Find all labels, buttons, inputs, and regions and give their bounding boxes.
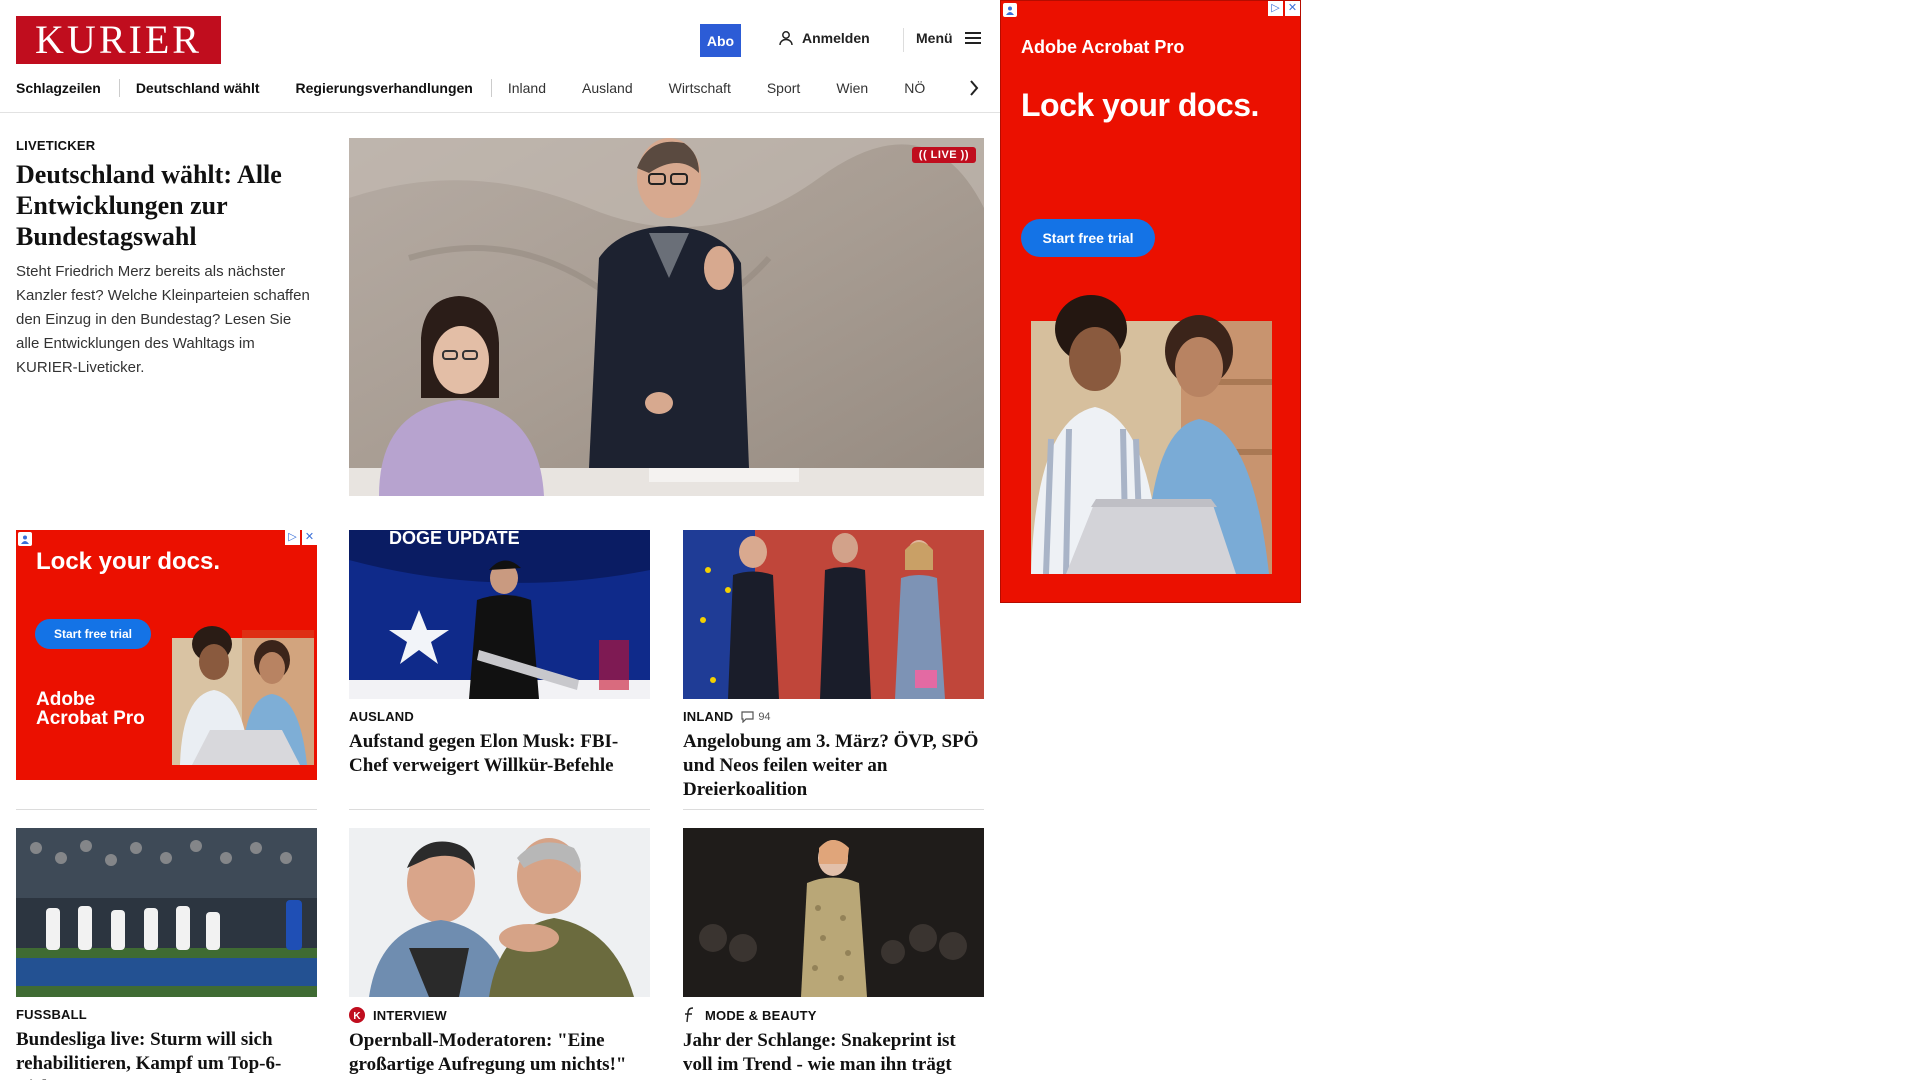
article-card[interactable]: FUSSBALL Bundesliga live: Sturm will sic… [16, 828, 317, 1080]
divider [683, 809, 984, 810]
card-meta: FUSSBALL [16, 1007, 317, 1022]
article-card[interactable]: DOGE UPDATE AUSLAND Aufstand gegen Elon … [349, 530, 650, 778]
comment-count-value: 94 [758, 710, 771, 723]
ad-info-icon[interactable]: ▷ [1268, 1, 1283, 16]
ad-photo-sidebar [1031, 295, 1272, 574]
ad-brand: Adobe Acrobat Pro [36, 690, 145, 728]
card-kicker[interactable]: MODE & BEAUTY [705, 1008, 817, 1023]
divider [16, 809, 317, 810]
comment-count[interactable]: 94 [741, 710, 771, 723]
live-badge: (( LIVE )) [911, 147, 976, 163]
kurier-logo[interactable]: KURIER [16, 16, 221, 64]
doge-update-text: DOGE UPDATE [389, 530, 520, 548]
ad-close-icon[interactable]: ✕ [302, 530, 317, 545]
adchoices-icon[interactable] [1003, 3, 1017, 17]
comment-icon [741, 710, 754, 723]
article-image[interactable] [349, 828, 650, 997]
card-kicker[interactable]: AUSLAND [349, 709, 414, 724]
card-kicker[interactable]: INTERVIEW [373, 1008, 447, 1023]
nav-item-ausland[interactable]: Ausland [582, 80, 669, 96]
ad-close-icon[interactable]: ✕ [1285, 1, 1300, 16]
user-icon [779, 31, 793, 46]
nav-item-wien[interactable]: Wien [836, 80, 904, 96]
login-label: Anmelden [802, 30, 870, 46]
site-header: KURIER Abo Anmelden Menü Schlagzeilen De… [0, 0, 1000, 113]
article-image[interactable] [683, 530, 984, 699]
card-title[interactable]: Bundesliga live: Sturm will sich rehabil… [16, 1028, 317, 1080]
svg-text:K: K [353, 1011, 361, 1022]
ad-controls: ▷ ✕ [285, 530, 317, 545]
ad-sidebar-cta-button[interactable]: Start free trial [1021, 219, 1155, 257]
ad-sidebar-brand: Adobe Acrobat Pro [1021, 37, 1185, 57]
ad-cta-button[interactable]: Start free trial [35, 619, 151, 649]
ad-brand-line2: Acrobat Pro [36, 708, 145, 729]
card-meta: AUSLAND [349, 709, 650, 724]
lead-story[interactable]: LIVETICKER Deutschland wählt: Alle Entwi… [16, 138, 316, 380]
header-divider [903, 28, 904, 52]
lead-image[interactable]: (( LIVE )) [349, 138, 984, 496]
nav-item-wirtschaft[interactable]: Wirtschaft [669, 80, 767, 96]
lead-photo [349, 138, 984, 496]
card-meta: MODE & BEAUTY [683, 1007, 984, 1023]
nav-item-regierungsverhandlungen[interactable]: Regierungsverhandlungen [296, 80, 491, 96]
ad-banner-small[interactable]: ▷ ✕ Lock your docs. Start free trial Ado… [16, 530, 317, 780]
nav-item-sport[interactable]: Sport [767, 80, 836, 96]
card-title[interactable]: Opernball-Moderatoren: "Eine großartige … [349, 1029, 650, 1077]
card-title[interactable]: Angelobung am 3. März? ÖVP, SPÖ und Neos… [683, 730, 984, 802]
menu-button[interactable]: Menü [916, 30, 981, 46]
nav-scroll-right-button[interactable] [962, 76, 986, 100]
section-nav: Schlagzeilen Deutschland wählt Regierung… [16, 76, 943, 100]
card-meta: K INTERVIEW [349, 1007, 650, 1023]
ad-sidebar-headline: Lock your docs. [1021, 87, 1259, 123]
article-card[interactable]: MODE & BEAUTY Jahr der Schlange: Snakepr… [683, 828, 984, 1077]
nav-divider [118, 79, 120, 97]
article-image[interactable] [683, 828, 984, 997]
article-card[interactable]: INLAND 94 Angelobung am 3. März? ÖVP, SP… [683, 530, 984, 802]
freizeit-icon [685, 1007, 694, 1023]
lead-kicker: LIVETICKER [16, 138, 96, 153]
menu-label: Menü [916, 30, 953, 46]
lead-title[interactable]: Deutschland wählt: Alle Entwicklungen zu… [16, 159, 316, 252]
chevron-right-icon [970, 80, 979, 96]
adchoices-icon[interactable] [18, 532, 32, 546]
login-link[interactable]: Anmelden [778, 30, 870, 46]
abo-button[interactable]: Abo [700, 24, 741, 57]
nav-item-noe[interactable]: NÖ [904, 80, 943, 96]
nav-divider [490, 79, 492, 97]
nav-item-schlagzeilen[interactable]: Schlagzeilen [16, 80, 119, 96]
article-image[interactable]: DOGE UPDATE [349, 530, 650, 699]
lead-teaser: Steht Friedrich Merz bereits als nächste… [16, 263, 310, 376]
ad-headline: Lock your docs. [36, 548, 221, 575]
ad-photo-small [172, 626, 314, 765]
nav-item-deutschland-waehlt[interactable]: Deutschland wählt [136, 80, 296, 96]
card-meta: INLAND 94 [683, 709, 984, 724]
ad-sidebar[interactable]: ▷ ✕ Adobe Acrobat Pro Lock your docs. St… [1000, 0, 1301, 603]
card-kicker[interactable]: INLAND [683, 709, 733, 724]
ad-brand-line1: Adobe [36, 689, 96, 710]
kurier-plus-icon: K [349, 1007, 365, 1023]
ad-controls: ▷ ✕ [1268, 1, 1300, 16]
article-card[interactable]: K INTERVIEW Opernball-Moderatoren: "Eine… [349, 828, 650, 1077]
hamburger-icon [964, 32, 981, 44]
nav-item-inland[interactable]: Inland [508, 80, 582, 96]
ad-info-icon[interactable]: ▷ [285, 530, 300, 545]
card-kicker[interactable]: FUSSBALL [16, 1007, 87, 1022]
card-title[interactable]: Aufstand gegen Elon Musk: FBI-Chef verwe… [349, 730, 650, 778]
article-image[interactable] [16, 828, 317, 997]
card-title[interactable]: Jahr der Schlange: Snakeprint ist voll i… [683, 1029, 984, 1077]
divider [349, 809, 650, 810]
